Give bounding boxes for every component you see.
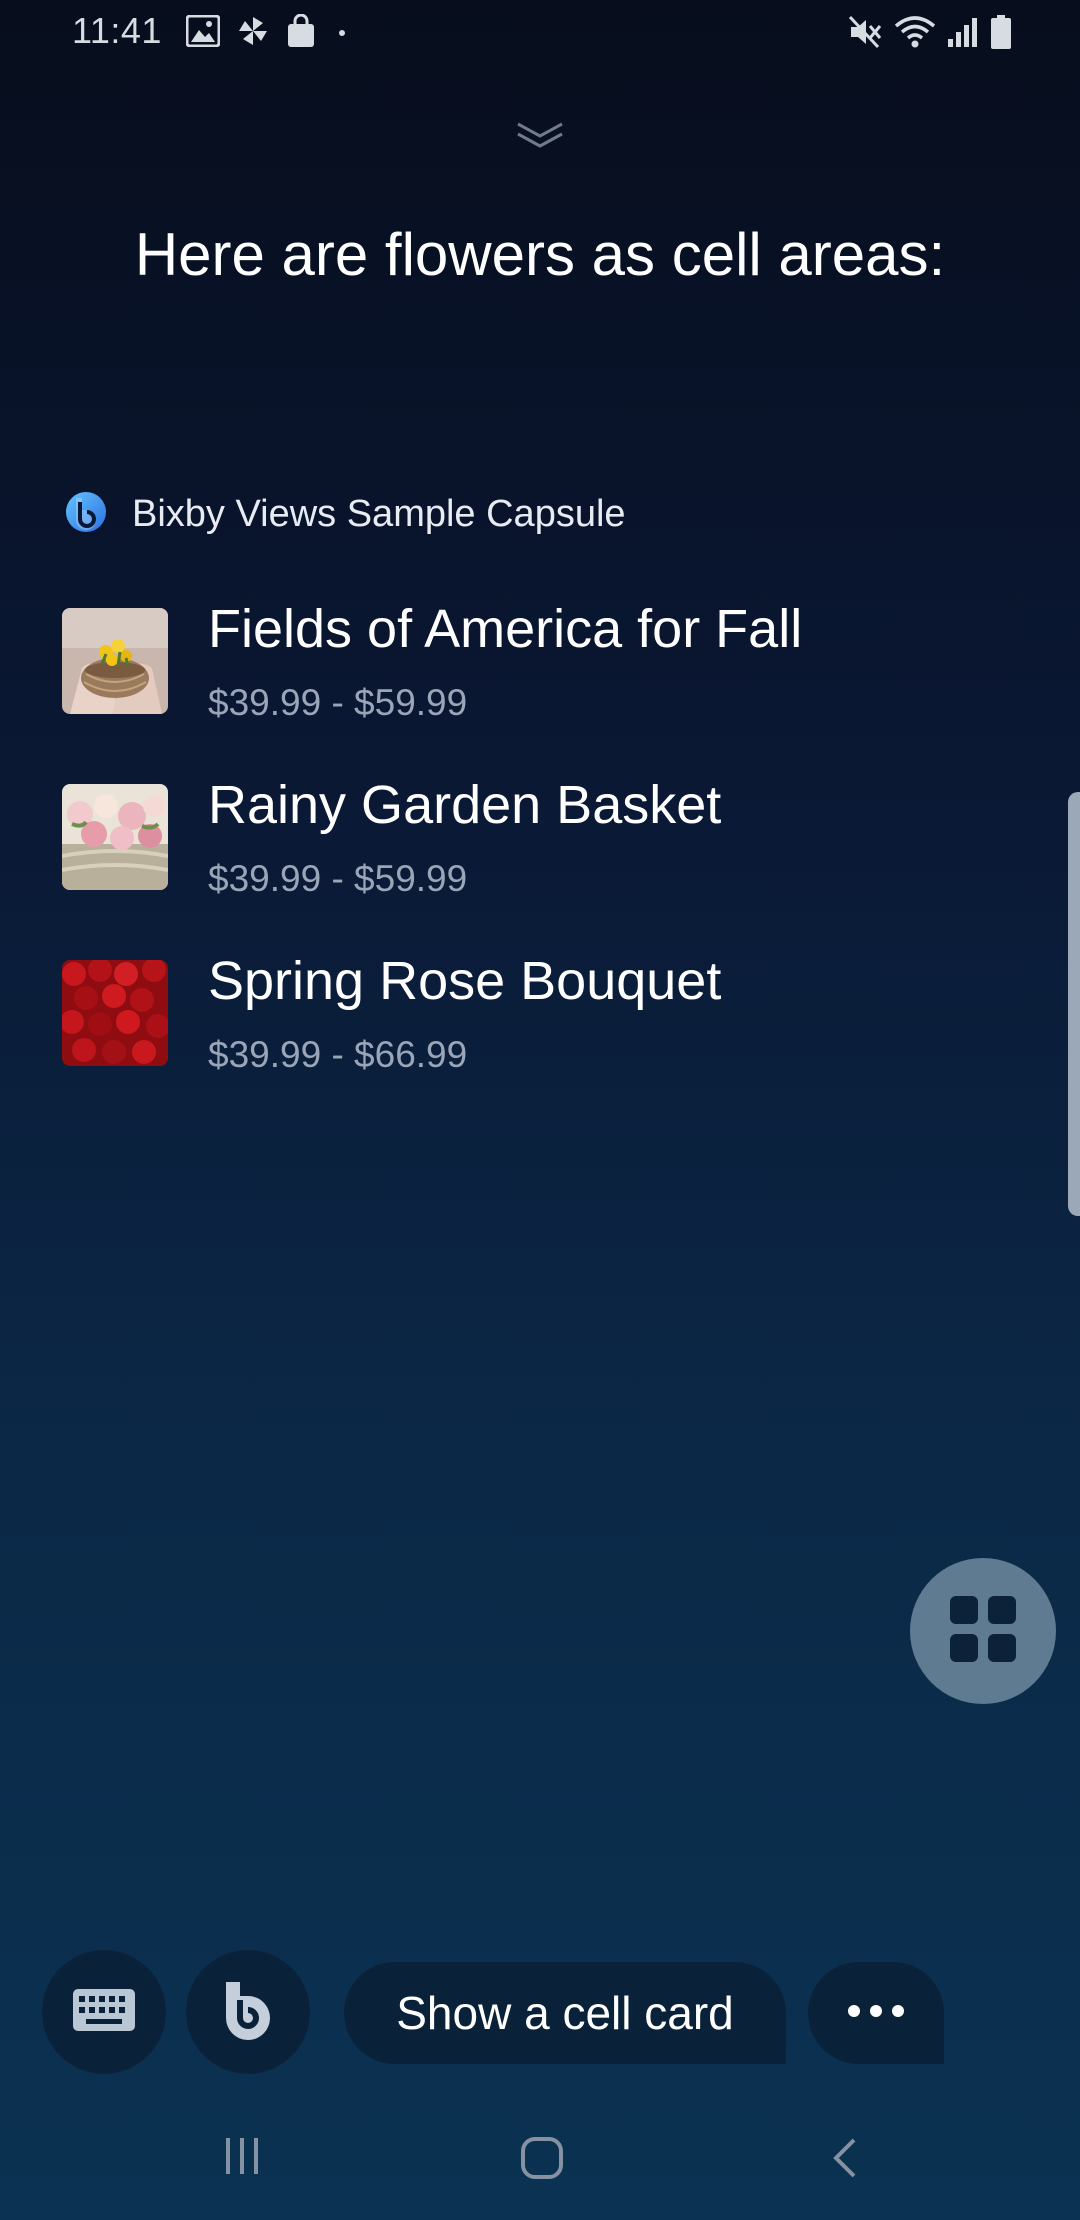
dot-icon	[332, 21, 352, 41]
flower-price: $39.99 - $66.99	[208, 1034, 468, 1075]
flower-thumbnail	[62, 784, 168, 890]
capsule-header: Bixby Views Sample Capsule	[64, 490, 626, 539]
collapse-chevron-icon[interactable]	[514, 118, 566, 152]
hint-chip-show-cell-card[interactable]: Show a cell card	[344, 1962, 786, 2064]
grid-view-button[interactable]	[910, 1558, 1056, 1704]
flower-list: Fields of America for Fall $39.99 - $59.…	[62, 599, 1022, 1132]
flower-price: $39.99 - $59.99	[208, 858, 468, 899]
list-item[interactable]: Fields of America for Fall $39.99 - $59.…	[62, 599, 1022, 780]
system-navigation-bar	[0, 2130, 1080, 2190]
wifi-icon	[894, 15, 936, 49]
keyboard-icon	[72, 1988, 136, 2037]
edge-panel-handle[interactable]	[1068, 792, 1080, 1216]
bixby-logo-icon	[64, 490, 108, 539]
back-icon[interactable]	[830, 2136, 860, 2185]
flower-price: $39.99 - $59.99	[208, 682, 468, 723]
flower-thumbnail	[62, 960, 168, 1066]
mute-icon	[848, 15, 884, 49]
status-time: 11:41	[72, 10, 162, 51]
flower-title: Rainy Garden Basket	[208, 775, 722, 835]
pinwheel-icon	[236, 14, 270, 48]
flower-title: Fields of America for Fall	[208, 599, 803, 659]
bixby-icon	[216, 1978, 280, 2047]
capsule-name: Bixby Views Sample Capsule	[132, 493, 626, 535]
status-notification-icons	[186, 14, 352, 48]
more-options-button[interactable]	[808, 1962, 944, 2064]
page-title: Here are flowers as cell areas:	[134, 221, 946, 288]
flower-title: Spring Rose Bouquet	[208, 951, 722, 1011]
list-item[interactable]: Spring Rose Bouquet $39.99 - $66.99	[62, 951, 1022, 1132]
status-bar: 11:41	[0, 0, 1080, 64]
shopping-bag-icon	[286, 14, 316, 48]
home-icon[interactable]	[520, 2136, 564, 2185]
status-system-icons	[848, 14, 1012, 50]
list-item[interactable]: Rainy Garden Basket $39.99 - $59.99	[62, 775, 1022, 956]
flower-thumbnail	[62, 608, 168, 714]
battery-icon	[990, 14, 1012, 50]
bixby-voice-button[interactable]	[186, 1950, 310, 2074]
more-dots-icon	[846, 2003, 906, 2024]
image-icon	[186, 15, 220, 47]
signal-icon	[946, 15, 980, 49]
keyboard-button[interactable]	[42, 1950, 166, 2074]
recent-apps-icon[interactable]	[222, 2136, 262, 2181]
grid-icon	[948, 1594, 1018, 1669]
